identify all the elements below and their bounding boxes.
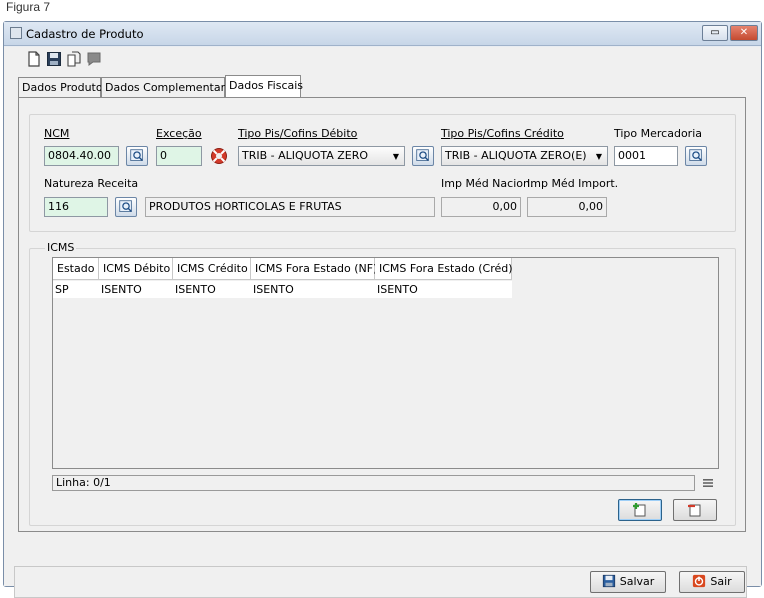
exit-button[interactable]: Sair <box>679 571 745 593</box>
lifebuoy-icon[interactable] <box>209 147 229 165</box>
product-window: Cadastro de Produto ▭ ✕ Dados Produto Da… <box>3 21 762 598</box>
ncm-field[interactable]: 0804.40.00 <box>44 146 119 166</box>
ncm-label: NCM <box>44 127 70 140</box>
grid-status: Linha: 0/1 <box>52 475 695 491</box>
copy-icon[interactable] <box>66 51 82 67</box>
restore-button[interactable]: ▭ <box>702 25 728 41</box>
imp-import-field: 0,00 <box>527 197 607 217</box>
column-header-icms-fora-cred[interactable]: ICMS Fora Estado (Créd) <box>375 258 513 280</box>
tipo-mercadoria-label: Tipo Mercadoria <box>614 127 703 140</box>
tab-dados-complementares[interactable]: Dados Complementares <box>101 77 237 97</box>
comment-icon[interactable] <box>86 51 102 67</box>
natureza-description: PRODUTOS HORTICOLAS E FRUTAS <box>145 197 435 217</box>
imp-nacion-field: 0,00 <box>441 197 521 217</box>
save-icon <box>602 574 615 588</box>
add-row-icon <box>633 503 646 517</box>
chevron-down-icon: ▼ <box>392 152 399 161</box>
imp-nacion-label: Imp Méd Nacion. <box>441 177 534 190</box>
close-button[interactable]: ✕ <box>730 25 758 41</box>
column-header-icms-credito[interactable]: ICMS Crédito <box>173 258 251 280</box>
add-row-button[interactable] <box>618 499 662 521</box>
table-cell[interactable]: ISENTO <box>375 281 512 298</box>
save-label: Salvar <box>619 575 655 588</box>
pis-credito-select[interactable]: TRIB - ALIQUOTA ZERO(E) ▼ <box>441 146 608 166</box>
imp-import-label: Imp Méd Import. <box>527 177 619 190</box>
title-bar: Cadastro de Produto ▭ ✕ <box>4 22 761 46</box>
ncm-search-icon[interactable] <box>126 146 148 166</box>
save-button[interactable]: Salvar <box>590 571 666 593</box>
save-icon[interactable] <box>46 51 62 67</box>
pis-debito-label: Tipo Pis/Cofins Débito <box>238 127 358 140</box>
pis-debito-search-icon[interactable] <box>412 146 434 166</box>
menu-icon[interactable] <box>702 477 714 489</box>
icms-grid: Estado ICMS Débito ICMS Crédito ICMS For… <box>52 257 719 469</box>
tab-dados-produto[interactable]: Dados Produto <box>18 77 103 97</box>
fiscal-group: NCM 0804.40.00 Exceção 0 Tipo Pis/Cofins… <box>29 114 736 232</box>
chevron-down-icon: ▼ <box>595 152 602 161</box>
icms-group: Estado ICMS Débito ICMS Crédito ICMS For… <box>29 248 736 526</box>
icms-label: ICMS <box>45 241 77 254</box>
column-header-icms-fora-nf[interactable]: ICMS Fora Estado (NF) <box>251 258 377 280</box>
tab-panel-fiscal: NCM 0804.40.00 Exceção 0 Tipo Pis/Cofins… <box>18 97 746 532</box>
table-cell[interactable]: ISENTO <box>173 281 251 298</box>
excecao-field[interactable]: 0 <box>156 146 202 166</box>
natureza-search-icon[interactable] <box>115 197 137 217</box>
window-title: Cadastro de Produto <box>26 27 144 41</box>
pis-debito-select[interactable]: TRIB - ALIQUOTA ZERO ▼ <box>238 146 405 166</box>
figure-caption: Figura 7 <box>6 0 51 14</box>
bottom-bar: Salvar Sair <box>14 566 747 598</box>
excecao-label: Exceção <box>156 127 202 140</box>
exit-label: Sair <box>710 575 732 588</box>
natureza-label: Natureza Receita <box>44 177 139 190</box>
delete-row-icon <box>688 504 701 517</box>
table-cell[interactable]: SP <box>53 281 99 298</box>
table-cell[interactable]: ISENTO <box>99 281 173 298</box>
tipo-mercadoria-search-icon[interactable] <box>685 146 707 166</box>
column-header-icms-debito[interactable]: ICMS Débito <box>99 258 173 280</box>
pis-credito-value: TRIB - ALIQUOTA ZERO(E) <box>445 149 587 162</box>
delete-row-button[interactable] <box>673 499 717 521</box>
new-icon[interactable] <box>26 51 42 67</box>
client-area: Dados Produto Dados Complementares Dados… <box>4 47 761 598</box>
table-cell[interactable]: ISENTO <box>251 281 375 298</box>
natureza-field[interactable]: 116 <box>44 197 108 217</box>
pis-credito-label: Tipo Pis/Cofins Crédito <box>441 127 564 140</box>
column-header-estado[interactable]: Estado <box>53 258 99 280</box>
app-icon <box>10 27 22 39</box>
pis-debito-value: TRIB - ALIQUOTA ZERO <box>242 149 369 162</box>
tab-dados-fiscais[interactable]: Dados Fiscais <box>225 75 303 97</box>
tipo-mercadoria-field[interactable]: 0001 <box>614 146 678 166</box>
power-icon <box>693 574 706 588</box>
